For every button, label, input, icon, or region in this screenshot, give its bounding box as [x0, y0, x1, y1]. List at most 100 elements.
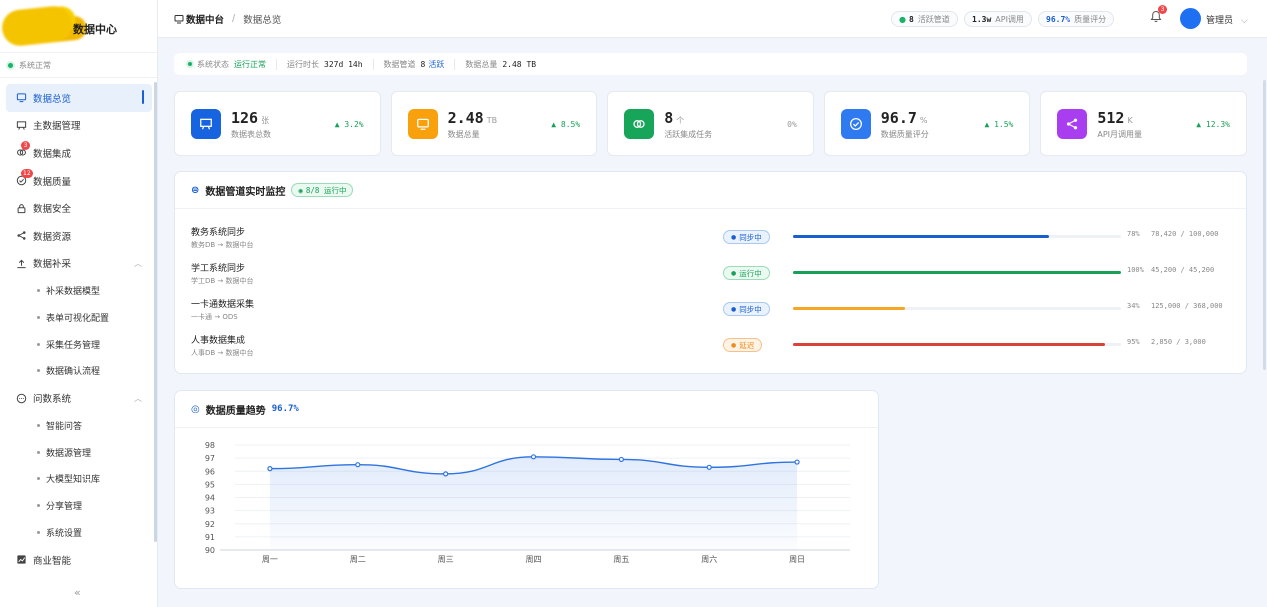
- y-tick-label: 91: [205, 533, 215, 542]
- main-scrollbar[interactable]: [1263, 80, 1266, 370]
- pipeline-status-badge: ● 运行中: [723, 266, 770, 280]
- pipeline-name: 教务系统同步: [191, 228, 246, 238]
- quality-score-pill[interactable]: 96.7% 质量评分: [1038, 11, 1115, 27]
- pipeline-count: 78,420 / 100,000: [1151, 230, 1219, 238]
- share-icon: [16, 230, 27, 241]
- pill-label: 活跃管道: [917, 14, 950, 24]
- link-icon: [624, 109, 655, 139]
- x-tick-label: 周六: [701, 554, 717, 564]
- kpi-change: ▲ 1.5%: [984, 120, 1014, 129]
- pipeline-row[interactable]: 学工系统同步 学工DB → 数据中台 ● 运行中 100% 45,200 / 45,200: [191, 257, 1231, 293]
- sidebar-subitem[interactable]: 采集任务管理: [0, 331, 158, 358]
- data-point: [443, 471, 449, 477]
- sidebar-subitem[interactable]: 数据确认流程: [0, 358, 158, 385]
- sidebar-item[interactable]: 商业智能: [0, 546, 158, 574]
- sidebar-item[interactable]: 数据安全: [0, 194, 158, 222]
- sidebar-item[interactable]: 数据集成 3: [0, 139, 158, 167]
- kpi-card[interactable]: 126 张数据表总数 ▲ 3.2%: [174, 91, 381, 156]
- kpi-label: 数据总量: [447, 130, 480, 139]
- uptime-value: 327d 14h: [324, 59, 363, 69]
- kpi-label: 数据质量评分: [880, 130, 929, 139]
- pipes-active: 活跃: [428, 59, 445, 69]
- kpi-value: 512 K: [1097, 109, 1132, 127]
- sidebar-subitem[interactable]: 系统设置: [0, 519, 158, 546]
- kpi-card[interactable]: 2.48 TB 数据总量 ▲ 8.5%: [390, 91, 598, 156]
- sidebar-item[interactable]: 数据补采 ︿: [0, 250, 158, 278]
- chevron-up-icon[interactable]: ︿: [134, 393, 142, 404]
- data-point: [267, 466, 273, 472]
- uptime-label: 运行时长: [287, 59, 319, 69]
- kpi-change: ▲ 12.3%: [1196, 120, 1230, 129]
- data-point: [618, 456, 624, 463]
- data-point: [530, 454, 537, 460]
- chevron-up-icon[interactable]: ︿: [134, 258, 142, 269]
- pipeline-name: 学工系统同步: [191, 264, 246, 274]
- sidebar-subitem[interactable]: 大模型知识库: [0, 466, 158, 493]
- sidebar-subitem[interactable]: 表单可视化配置: [0, 304, 158, 331]
- pipeline-row[interactable]: 人事数据集成 人事DB → 数据中台 ● 延迟 95% 2,850 / 3,000: [191, 329, 1231, 365]
- pipeline-status: 延迟: [739, 340, 755, 350]
- kpi-card[interactable]: 512 K API月调用量 ▲ 12.3%: [1040, 91, 1247, 156]
- notification-bell-icon[interactable]: 3: [1150, 5, 1167, 27]
- kpi-number: 96.7: [880, 109, 917, 127]
- breadcrumb-current: 数据总览: [243, 14, 282, 26]
- collapse-sidebar-icon[interactable]: «: [74, 586, 81, 599]
- sidebar-item[interactable]: 数据质量 12: [0, 167, 158, 195]
- sidebar-scrollbar[interactable]: [154, 82, 157, 542]
- monitor-icon: [174, 14, 184, 23]
- sidebar-subitem[interactable]: 补采数据模型: [0, 277, 158, 304]
- pipeline-row[interactable]: 教务系统同步 教务DB → 数据中台 ● 同步中 78% 78,420 / 100,000: [191, 221, 1231, 257]
- series-area: [269, 456, 798, 550]
- monitor-icon: [16, 92, 27, 103]
- logo[interactable]: 数据中心: [0, 0, 157, 52]
- panel-header: ◎ 数据质量趋势 96.7%: [175, 391, 878, 428]
- pipeline-route: 一卡通 → ODS: [191, 313, 238, 321]
- kpi-unit: 个: [676, 116, 685, 125]
- panel-header: ⊜ 数据管道实时监控 ◉ 8/8 运行中: [175, 172, 1246, 209]
- sidebar-item-label: 数据补采: [33, 259, 72, 271]
- status-dot-icon: ●: [731, 233, 737, 241]
- quality-trend-chart: 90 91 92 93 94 95 96 97 98 周一 周二 周三 周四 周五 周六 周日: [205, 441, 850, 564]
- pill-value: 1.3w: [972, 14, 992, 24]
- x-tick-label: 周五: [613, 555, 629, 564]
- sidebar-item[interactable]: 主数据管理: [0, 112, 158, 140]
- link-icon: ⊜: [191, 184, 200, 196]
- y-tick-label: 90: [205, 546, 215, 555]
- user-menu[interactable]: 管理员 ⌵: [1206, 13, 1248, 26]
- pipeline-progress-bar: [793, 343, 1121, 346]
- kpi-card[interactable]: 96.7% 数据质量评分 ▲ 1.5%: [823, 91, 1031, 156]
- notification-badge: 3: [1158, 5, 1167, 14]
- sidebar-item[interactable]: 数据资源: [0, 222, 158, 250]
- pipeline-progress-fill: [793, 271, 1121, 274]
- pipeline-name: 人事数据集成: [191, 336, 246, 346]
- breadcrumb-root[interactable]: 数据中台: [174, 12, 224, 26]
- active-pipelines-pill[interactable]: ● 8 活跃管道: [891, 11, 958, 27]
- pipeline-status-badge: ● 延迟: [723, 338, 763, 352]
- sidebar: 数据中心 系统正常 数据总览 主数据管理 数据集成 3 数据质量 12 数据安全 数据资源 数据…: [0, 0, 158, 607]
- board-icon: [191, 109, 221, 139]
- check-circle-icon: ◎: [191, 403, 200, 415]
- kpi-change: ▲ 8.5%: [551, 120, 581, 129]
- sidebar-item[interactable]: 数据总览: [6, 84, 152, 112]
- kpi-unit: K: [1127, 116, 1133, 125]
- sidebar-subitem[interactable]: 数据源管理: [0, 439, 158, 466]
- kpi-value: 8个: [664, 109, 684, 127]
- pipeline-percent: 100%: [1127, 266, 1144, 274]
- kpi-label: 活跃集成任务: [664, 130, 713, 139]
- sidebar-subitem[interactable]: 智能问答: [0, 412, 158, 439]
- system-status: 系统正常: [0, 52, 157, 78]
- sidebar-item[interactable]: 问数系统 ︿: [0, 384, 158, 412]
- sidebar-subitem[interactable]: 分享管理: [0, 492, 158, 519]
- pipeline-row[interactable]: 一卡通数据采集 一卡通 → ODS ● 同步中 34% 125,000 / 368,000: [191, 293, 1231, 329]
- y-tick-label: 95: [205, 480, 215, 489]
- sidebar-item-label: 数据集成: [33, 148, 72, 160]
- status-dot-icon: ●: [731, 269, 737, 277]
- pipeline-status-badge: ● 同步中: [723, 230, 770, 244]
- total-segment: 数据总量 2.48 TB: [465, 59, 546, 70]
- avatar[interactable]: [1180, 8, 1201, 29]
- x-tick-label: 周二: [350, 555, 366, 564]
- kpi-card[interactable]: 8 个活跃集成任务 0%: [607, 91, 814, 156]
- status-dot-icon: ●: [731, 341, 737, 349]
- pipeline-progress-fill: [793, 235, 1049, 238]
- api-calls-pill[interactable]: 1.3w API调用: [964, 11, 1032, 27]
